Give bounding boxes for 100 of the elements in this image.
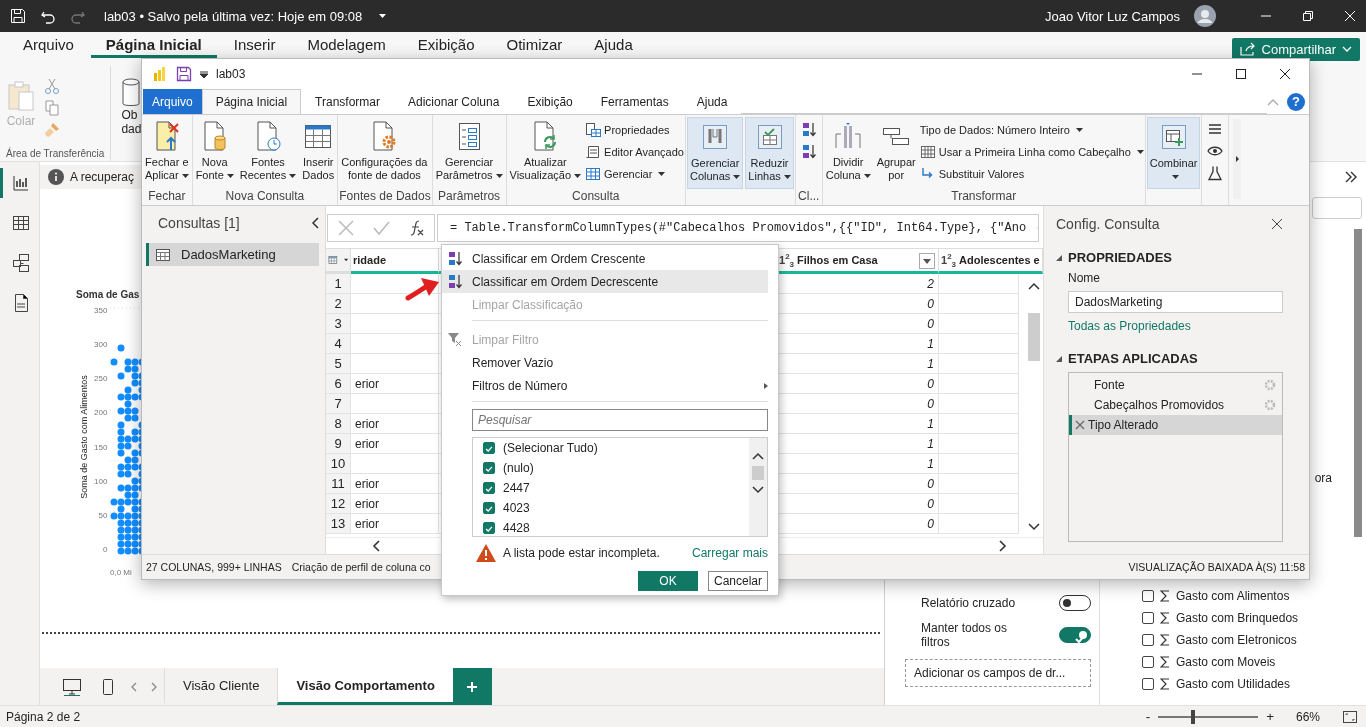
drop-zone[interactable]: Adicionar os campos de dr...: [905, 659, 1091, 687]
axis-tick: 50: [97, 510, 108, 520]
status-text: VISUALIZAÇÃO BAIXADA À(S) 11:58: [1128, 561, 1305, 573]
ribbon-button[interactable]: Fechar e Aplicar: [143, 117, 191, 189]
status-text: Criação de perfil de coluna co: [291, 561, 431, 573]
row-number: 13: [326, 514, 351, 534]
ribbon-button[interactable]: Inserir Dados: [300, 117, 337, 189]
zoom-level: 66%: [1295, 709, 1320, 724]
menu-tab[interactable]: Ajuda: [579, 34, 648, 58]
ribbon-button[interactable]: Reduzir Linhas: [745, 117, 794, 189]
row-number: 7: [326, 394, 351, 414]
menu-tab[interactable]: Otimizar: [491, 34, 578, 58]
ribbon-button[interactable]: Usar a Primeira Linha como Cabeçalho: [919, 142, 1144, 161]
toggle-label: Manter todos os filtros: [921, 621, 1009, 649]
ribbon-tab[interactable]: Página Inicial: [201, 89, 302, 114]
field-name: Gasto com Eletronicos: [1176, 633, 1297, 647]
table-cell: erior: [351, 474, 439, 494]
ok-button[interactable]: OK: [638, 571, 698, 591]
table-cell: erior: [351, 494, 439, 514]
load-more-link[interactable]: Carregar mais: [691, 546, 768, 560]
zoom-out-button[interactable]: -: [1145, 709, 1151, 724]
axis-tick: 100: [94, 476, 108, 486]
ribbon-button[interactable]: Substituir Valores: [919, 164, 1144, 183]
menu-tab[interactable]: Arquivo: [8, 34, 89, 58]
group-label: Fontes de Dados: [339, 189, 431, 205]
row-number: 12: [326, 494, 351, 514]
toggle-label: Relatório cruzado: [921, 596, 1017, 610]
properties-link[interactable]: Todas as Propriedades: [1056, 319, 1283, 333]
info-text: A recuperaç: [70, 170, 135, 184]
group-label: Transformar: [950, 189, 1018, 205]
ribbon-button[interactable]: Combinar: [1146, 117, 1201, 189]
page-indicator: Página 2 de 2: [6, 709, 81, 724]
ribbon-tab[interactable]: Exibição: [513, 89, 587, 114]
ribbon-button[interactable]: Nova Fonte: [193, 117, 236, 189]
field-name: Gasto com Brinquedos: [1176, 611, 1299, 625]
ribbon-button[interactable]: Editor Avançado: [585, 142, 684, 161]
row-number: 8: [326, 414, 351, 434]
ribbon-tab[interactable]: Adicionar Coluna: [394, 89, 514, 114]
menu-item[interactable]: Filtros de Número: [442, 374, 768, 397]
search-field[interactable]: Pesquisar: [472, 409, 768, 431]
value-label: 4023: [503, 500, 530, 515]
ribbon-button[interactable]: Configurações da fonte de dados: [339, 117, 430, 189]
axis-title: Soma de Gasto com Alimentos: [79, 375, 89, 499]
page-tab[interactable]: Visão Comportamento: [277, 668, 453, 705]
value-label: 4428: [503, 520, 530, 535]
menu-item[interactable]: Classificar em Ordem Decrescente: [442, 270, 768, 293]
group-label: Fechar: [147, 189, 187, 205]
menu-tab[interactable]: Modelagem: [292, 34, 401, 58]
group-label: Área de Transferência: [6, 148, 105, 159]
share-button[interactable]: Compartilhar: [1231, 37, 1360, 61]
row-number: 11: [326, 474, 351, 494]
axis-tick: 350: [94, 306, 108, 315]
value-label: (nulo): [503, 461, 534, 476]
query-item[interactable]: DadosMarketing: [146, 243, 319, 266]
group-label: Consulta: [571, 189, 621, 205]
group-label: Nova Consulta: [224, 189, 306, 205]
help-button[interactable]: ?: [1287, 92, 1305, 111]
ribbon-button[interactable]: Gerenciar: [585, 164, 684, 183]
chart-title: Soma de Gas: [76, 289, 141, 300]
axis-tick: 0: [101, 545, 108, 554]
field-name: Gasto com Utilidades: [1176, 677, 1291, 691]
file-tab[interactable]: Arquivo: [143, 89, 202, 114]
ribbon-button[interactable]: Dividir Coluna: [823, 117, 873, 189]
value-label: (Selecionar Tudo): [503, 441, 598, 456]
zoom-in-button[interactable]: +: [1266, 709, 1274, 724]
cancel-button[interactable]: Cancelar: [708, 571, 768, 591]
ribbon-tab[interactable]: Ajuda: [682, 89, 742, 114]
ribbon-button[interactable]: Propriedades: [585, 120, 684, 139]
ribbon-button[interactable]: Atualizar Visualização: [507, 117, 584, 189]
applied-step[interactable]: Fonte: [1069, 375, 1282, 395]
ribbon-button[interactable]: Gerenciar Colunas: [687, 117, 744, 189]
section-heading: ETAPAS APLICADAS: [1068, 351, 1198, 366]
ribbon-button[interactable]: Gerenciar Parâmetros: [433, 117, 505, 189]
ribbon-button[interactable]: Agrupar por: [874, 117, 918, 189]
field-text: ora: [1314, 471, 1332, 485]
formula-field[interactable]: = Table.TransformColumnTypes(#"Cabecalhos Promovidos",{{"ID", Int64.Type}, {"Ano: [437, 214, 1039, 242]
axis-tick: 150: [94, 442, 108, 452]
ribbon-tab[interactable]: Transformar: [301, 89, 394, 114]
ribbon-tab[interactable]: Ferramentas: [586, 89, 683, 114]
row-number: 9: [326, 434, 351, 454]
ribbon-button[interactable]: Fontes Recentes: [237, 117, 299, 189]
name-field[interactable]: DadosMarketing: [1068, 291, 1283, 313]
window-title: lab03: [216, 67, 246, 81]
menu-item[interactable]: Remover Vazio: [442, 351, 768, 374]
section-heading: PROPRIEDADES: [1068, 250, 1173, 265]
menu-item[interactable]: Classificar em Ordem Crescente: [442, 247, 768, 270]
applied-step[interactable]: Tipo Alterado: [1069, 415, 1282, 435]
menu-tab[interactable]: Inserir: [218, 34, 291, 58]
ribbon-button[interactable]: Ob dad: [111, 66, 142, 161]
axis-tick: 300: [94, 340, 108, 350]
warning-text: A lista pode estar incompleta.: [503, 546, 661, 560]
group-label: Parâmetros: [437, 189, 502, 205]
row-number: 4: [326, 334, 351, 354]
applied-step[interactable]: Cabeçalhos Promovidos: [1069, 395, 1282, 415]
field-name: Gasto com Alimentos: [1176, 589, 1290, 603]
menu-tab[interactable]: Exibição: [402, 34, 490, 58]
pane-title: Config. Consulta: [1056, 216, 1160, 232]
table-cell: erior: [351, 434, 439, 454]
axis-tick: 250: [94, 374, 108, 384]
ribbon-button[interactable]: Tipo de Dados: Número Inteiro: [919, 120, 1144, 139]
